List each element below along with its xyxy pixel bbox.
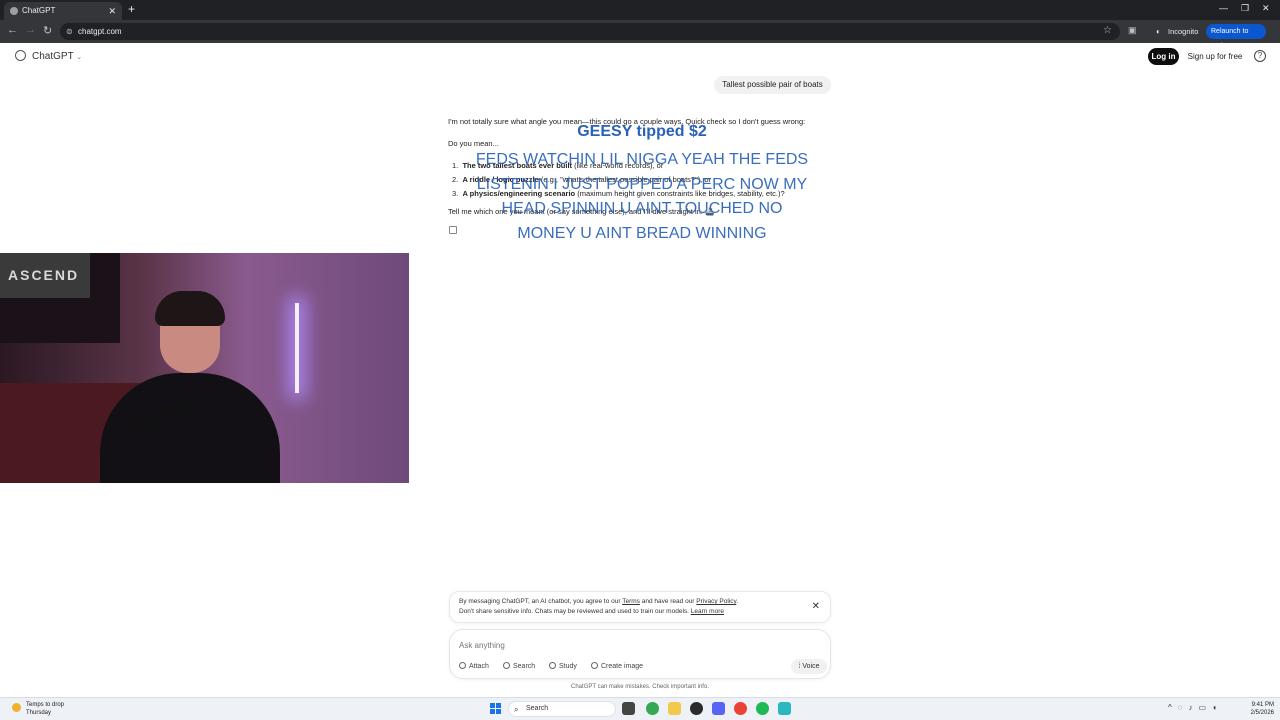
- openai-logo-icon: [15, 50, 26, 61]
- user-message: Tallest possible pair of boats: [714, 76, 831, 94]
- create-image-button[interactable]: Create image: [591, 662, 643, 670]
- login-button[interactable]: Log in: [1148, 48, 1179, 65]
- chevron-up-icon[interactable]: ^: [1168, 703, 1178, 712]
- disclaimer: ChatGPT can make mistakes. Check importa…: [571, 684, 709, 690]
- url-text: chatgpt.com: [78, 27, 122, 36]
- signup-button[interactable]: Sign up for free: [1185, 48, 1245, 65]
- study-label: Study: [559, 663, 577, 670]
- search-button[interactable]: Search: [503, 662, 535, 670]
- bookmark-star-icon[interactable]: ☆: [1103, 25, 1112, 36]
- tab-title: ChatGPT: [22, 6, 56, 15]
- study-button[interactable]: Study: [549, 662, 577, 670]
- system-tray[interactable]: ^◌♪▭◖: [1168, 703, 1223, 712]
- windows-logo-tile: [496, 703, 501, 708]
- tip-alert: GEESY tipped $2: [577, 123, 707, 140]
- voice-label: Voice: [802, 663, 820, 670]
- tab-chatgpt[interactable]: ChatGPT ✕: [4, 2, 122, 20]
- weather-line-1: Temps to drop: [26, 702, 65, 708]
- create-image-label: Create image: [601, 663, 644, 670]
- taskbar-search[interactable]: ⌕ Search: [508, 701, 616, 717]
- new-tab-button[interactable]: +: [128, 2, 135, 16]
- windows-logo-tile: [490, 709, 495, 714]
- terms-link[interactable]: Terms: [622, 598, 640, 605]
- tip-message-line: LISTENIN I JUST POPPED A PERC NOW MY: [476, 175, 808, 193]
- side-panel-icon[interactable]: ▣: [1128, 25, 1137, 36]
- discord-icon[interactable]: [712, 702, 725, 715]
- network-icon[interactable]: ◌: [1178, 703, 1189, 712]
- attach-label: Attach: [469, 663, 489, 670]
- tip-message: FEDS WATCHIN LIL NIGGA YEAH THE FEDS LIS…: [448, 148, 836, 246]
- taskbar: Temps to drop Thursday ⌕ Search ^◌♪▭◖ 9:…: [0, 697, 1280, 720]
- tab-close-icon[interactable]: ✕: [108, 2, 116, 20]
- browser-toolbar: ← → ↻ ⊜ chatgpt.com ☆ ▣ ◐ Incognito Rela…: [0, 20, 1280, 50]
- webcam-overlay: ASCEND: [0, 253, 409, 483]
- notepad-icon[interactable]: [778, 702, 791, 715]
- browser-tab-bar: ChatGPT ✕ + — ❐ ✕: [0, 0, 1280, 20]
- webcam-flag: ASCEND: [0, 253, 90, 298]
- display-icon[interactable]: ▭: [1199, 703, 1213, 712]
- attach-button[interactable]: Attach: [459, 662, 489, 670]
- search-label: Search: [513, 663, 536, 670]
- chrome-icon[interactable]: [646, 702, 659, 715]
- task-view-icon[interactable]: [622, 702, 635, 715]
- spotify-icon[interactable]: [756, 702, 769, 715]
- model-selector[interactable]: ChatGPT ⌄: [15, 50, 82, 62]
- relaunch-button[interactable]: Relaunch to update ⋮: [1206, 24, 1266, 50]
- notice-text: Don't share sensitive info. Chats may be…: [459, 608, 691, 615]
- notice-text: .: [736, 598, 739, 605]
- chrome-alt-icon[interactable]: [734, 702, 747, 715]
- tab-favicon-icon: [10, 7, 18, 15]
- clock-time: 9:41 PM: [1251, 702, 1274, 708]
- clock-date: 2/5/2026: [1250, 710, 1274, 716]
- mic-icon[interactable]: ♪: [1189, 703, 1199, 712]
- incognito-label: Incognito: [1168, 27, 1199, 36]
- learn-more-link[interactable]: Learn more: [691, 608, 724, 615]
- chevron-down-icon: ⌄: [76, 54, 83, 61]
- prompt-input[interactable]: [459, 638, 759, 652]
- forward-icon[interactable]: →: [25, 24, 36, 36]
- volume-icon[interactable]: ◖: [1212, 703, 1223, 712]
- webcam-person-hair: [155, 291, 225, 326]
- back-icon[interactable]: ←: [7, 24, 18, 36]
- notice-text: and have read our: [639, 598, 697, 605]
- notice-line-2: Don't share sensitive info. Chats may be…: [459, 608, 724, 615]
- obs-icon[interactable]: [690, 702, 703, 715]
- book-icon: [549, 662, 556, 669]
- tip-message-line: HEAD SPINNIN U AINT TOUCHED NO: [501, 200, 783, 217]
- incognito-icon: ◐: [1156, 27, 1161, 36]
- tip-message-line: FEDS WATCHIN LIL NIGGA YEAH THE FEDS: [475, 151, 809, 168]
- notice-text: By messaging ChatGPT, an AI chatbot, you…: [459, 598, 623, 605]
- help-icon[interactable]: ?: [1254, 50, 1266, 62]
- weather-icon: [12, 703, 21, 712]
- image-icon: [591, 662, 598, 669]
- paperclip-icon: [459, 662, 466, 669]
- weather-line-2: Thursday: [26, 710, 52, 716]
- webcam-light-bar: [295, 303, 299, 393]
- privacy-link[interactable]: Privacy Policy: [696, 598, 736, 605]
- file-explorer-icon[interactable]: [668, 702, 681, 715]
- voice-button[interactable]: ⁞ Voice: [791, 659, 827, 674]
- globe-icon: [503, 662, 510, 669]
- reload-icon[interactable]: ↻: [43, 24, 52, 37]
- restore-icon[interactable]: ❐: [1241, 3, 1249, 14]
- address-bar[interactable]: ⊜ chatgpt.com: [60, 23, 1120, 40]
- start-button[interactable]: [490, 703, 502, 715]
- minimize-icon[interactable]: —: [1219, 3, 1228, 13]
- site-info-icon[interactable]: ⊜: [66, 23, 73, 40]
- windows-logo-icon: [490, 703, 495, 708]
- taskbar-search-label: Search: [526, 705, 549, 712]
- close-window-icon[interactable]: ✕: [1262, 3, 1270, 14]
- terms-notice: By messaging ChatGPT, an AI chatbot, you…: [449, 591, 831, 623]
- clock[interactable]: 9:41 PM 2/5/2026: [1238, 701, 1274, 717]
- weather-widget[interactable]: Temps to drop Thursday: [12, 701, 65, 717]
- windows-logo-tile: [496, 709, 501, 714]
- brand-label: ChatGPT: [32, 51, 74, 62]
- notice-line-1: By messaging ChatGPT, an AI chatbot, you…: [459, 598, 738, 605]
- tip-message-line: MONEY U AINT BREAD WINNING: [517, 224, 767, 242]
- incognito-indicator[interactable]: ◐ Incognito: [1156, 24, 1198, 39]
- waveform-icon: ⁞: [798, 663, 801, 670]
- composer: Attach Search Study Create image ⁞ Voice: [449, 629, 831, 679]
- search-icon: ⌕: [514, 705, 519, 714]
- close-icon[interactable]: ✕: [812, 601, 820, 612]
